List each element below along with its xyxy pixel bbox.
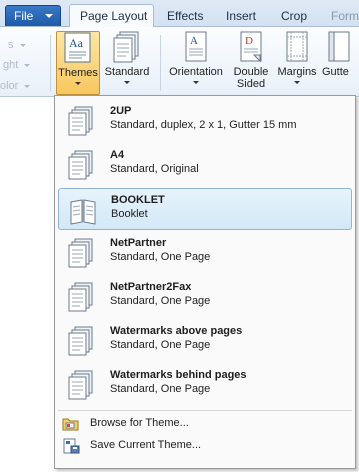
tab-crop-label: Crop xyxy=(281,9,308,23)
margins-button-label: Margins xyxy=(277,66,317,78)
theme-item-2up[interactable]: 2UP Standard, duplex, 2 x 1, Gutter 15 m… xyxy=(58,100,352,142)
double-sided-label-line1: Double xyxy=(233,66,269,78)
theme-item-netpartner2fax[interactable]: NetPartner2Fax Standard, One Page xyxy=(58,276,352,318)
browse-for-theme-command[interactable]: Browse for Theme... xyxy=(58,413,352,435)
ribbon-tab-strip: File Page Layout Effects Insert Crop For… xyxy=(0,0,359,28)
ribbon-faded-control-3[interactable]: olor xyxy=(0,80,31,92)
file-dropdown-arrow-icon xyxy=(45,14,53,18)
orientation-button[interactable]: A Orientation xyxy=(164,31,228,95)
tab-crop[interactable]: Crop xyxy=(281,7,307,27)
orientation-icon: A xyxy=(185,31,207,62)
orientation-button-label: Orientation xyxy=(169,66,223,78)
themes-dropdown-icon xyxy=(75,82,81,85)
page-stack-icon xyxy=(68,370,93,400)
faded-label-2: ght xyxy=(3,59,19,71)
standard-button[interactable]: Standard xyxy=(101,31,153,95)
page-stack-icon xyxy=(68,282,93,312)
theme-item-description: Standard, Original xyxy=(110,163,199,175)
faded-dropdown-icon-2 xyxy=(24,63,31,67)
theme-item-title: BOOKLET xyxy=(111,194,165,206)
file-tab-label: File xyxy=(14,9,34,23)
theme-item-watermarks-above[interactable]: Watermarks above pages Standard, One Pag… xyxy=(58,320,352,362)
margins-icon xyxy=(286,31,308,62)
booklet-icon xyxy=(70,199,96,225)
faded-dropdown-icon-1 xyxy=(19,43,26,47)
file-tab[interactable]: File xyxy=(5,5,61,26)
theme-item-watermarks-behind[interactable]: Watermarks behind pages Standard, One Pa… xyxy=(58,364,352,406)
theme-item-title: A4 xyxy=(110,149,125,161)
tab-format[interactable]: Form xyxy=(331,7,359,27)
theme-item-description: Standard, duplex, 2 x 1, Gutter 15 mm xyxy=(110,119,297,131)
tab-page-layout-label: Page Layout xyxy=(80,9,148,23)
theme-item-description: Standard, One Page xyxy=(110,383,211,395)
page-stack-icon xyxy=(68,326,93,356)
theme-item-title: Watermarks behind pages xyxy=(110,369,247,381)
theme-item-title: 2UP xyxy=(110,105,132,117)
gutter-button-label: Gutte xyxy=(322,66,349,78)
theme-item-description: Standard, One Page xyxy=(110,295,211,307)
theme-item-booklet[interactable]: BOOKLET Booklet xyxy=(58,188,352,230)
theme-item-title: Watermarks above pages xyxy=(110,325,243,337)
tab-format-label: Form xyxy=(331,9,359,23)
tab-insert-label: Insert xyxy=(226,9,257,23)
ribbon-faded-control-1[interactable]: s xyxy=(8,39,26,51)
gutter-button[interactable]: Gutte xyxy=(322,31,359,95)
themes-dropdown-menu: 2UP Standard, duplex, 2 x 1, Gutter 15 m… xyxy=(54,95,356,469)
page-stack-icon xyxy=(68,238,93,268)
theme-item-description: Booklet xyxy=(111,208,148,220)
ribbon-body: s ght olor Aa Themes Standard A Orientat… xyxy=(0,27,359,97)
double-sided-label-line2: Sided xyxy=(236,78,266,90)
browse-for-theme-label: Browse for Theme... xyxy=(90,417,189,429)
menu-separator xyxy=(58,410,352,411)
theme-item-title: NetPartner xyxy=(110,237,167,249)
double-sided-button[interactable]: D Double Sided xyxy=(229,31,273,95)
themes-button[interactable]: Aa Themes xyxy=(56,31,100,95)
double-sided-icon: D xyxy=(240,31,262,63)
tab-effects-label: Effects xyxy=(167,9,204,23)
standard-dropdown-icon xyxy=(124,81,130,84)
page-stack-icon xyxy=(68,106,93,136)
tab-page-layout[interactable]: Page Layout xyxy=(69,4,154,28)
theme-item-title: NetPartner2Fax xyxy=(110,281,192,293)
standard-page-stack-icon xyxy=(113,31,139,63)
themes-button-label: Themes xyxy=(58,67,98,79)
themes-icon: Aa xyxy=(64,32,91,63)
theme-item-description: Standard, One Page xyxy=(110,339,211,351)
save-current-theme-label: Save Current Theme... xyxy=(90,439,202,451)
ribbon-faded-control-2[interactable]: ght xyxy=(3,59,31,71)
faded-dropdown-icon-3 xyxy=(24,84,31,88)
tab-insert[interactable]: Insert xyxy=(226,7,256,27)
standard-button-label: Standard xyxy=(104,66,150,78)
ribbon-separator-2 xyxy=(160,35,161,91)
svg-text:A: A xyxy=(190,35,198,47)
svg-text:Aa: Aa xyxy=(69,36,84,50)
faded-label-1: s xyxy=(8,39,14,51)
save-theme-icon xyxy=(63,438,80,454)
theme-item-a4[interactable]: A4 Standard, Original xyxy=(58,144,352,186)
theme-item-description: Standard, One Page xyxy=(110,251,211,263)
tab-effects[interactable]: Effects xyxy=(167,7,203,27)
save-current-theme-command[interactable]: Save Current Theme... xyxy=(58,435,352,457)
open-folder-icon xyxy=(62,418,79,431)
ribbon-separator xyxy=(50,35,51,91)
page-stack-icon xyxy=(68,150,93,180)
theme-item-netpartner[interactable]: NetPartner Standard, One Page xyxy=(58,232,352,274)
faded-label-3: olor xyxy=(0,80,19,92)
gutter-icon xyxy=(328,31,350,62)
svg-text:D: D xyxy=(245,35,253,47)
margins-dropdown-icon xyxy=(294,81,300,84)
margins-button[interactable]: Margins xyxy=(274,31,320,95)
orientation-dropdown-icon xyxy=(193,81,199,84)
